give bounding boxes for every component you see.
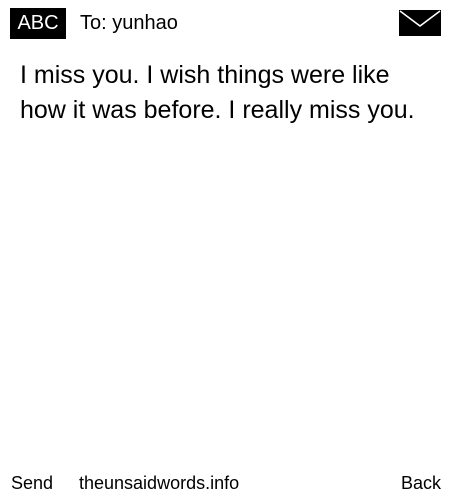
softkey-footer: Send theunsaidwords.info Back (0, 470, 450, 498)
message-body[interactable]: I miss you. I wish things were like how … (20, 58, 435, 128)
send-button[interactable]: Send (11, 470, 53, 496)
site-link[interactable]: theunsaidwords.info (79, 470, 239, 496)
back-button[interactable]: Back (401, 470, 441, 496)
recipient-field: To: yunhao (80, 12, 178, 34)
composer-header: ABC To: yunhao (0, 0, 450, 44)
envelope-icon[interactable] (399, 10, 441, 36)
message-composer-screen: ABC To: yunhao I miss you. I wish things… (0, 0, 450, 500)
input-mode-badge: ABC (10, 8, 66, 39)
